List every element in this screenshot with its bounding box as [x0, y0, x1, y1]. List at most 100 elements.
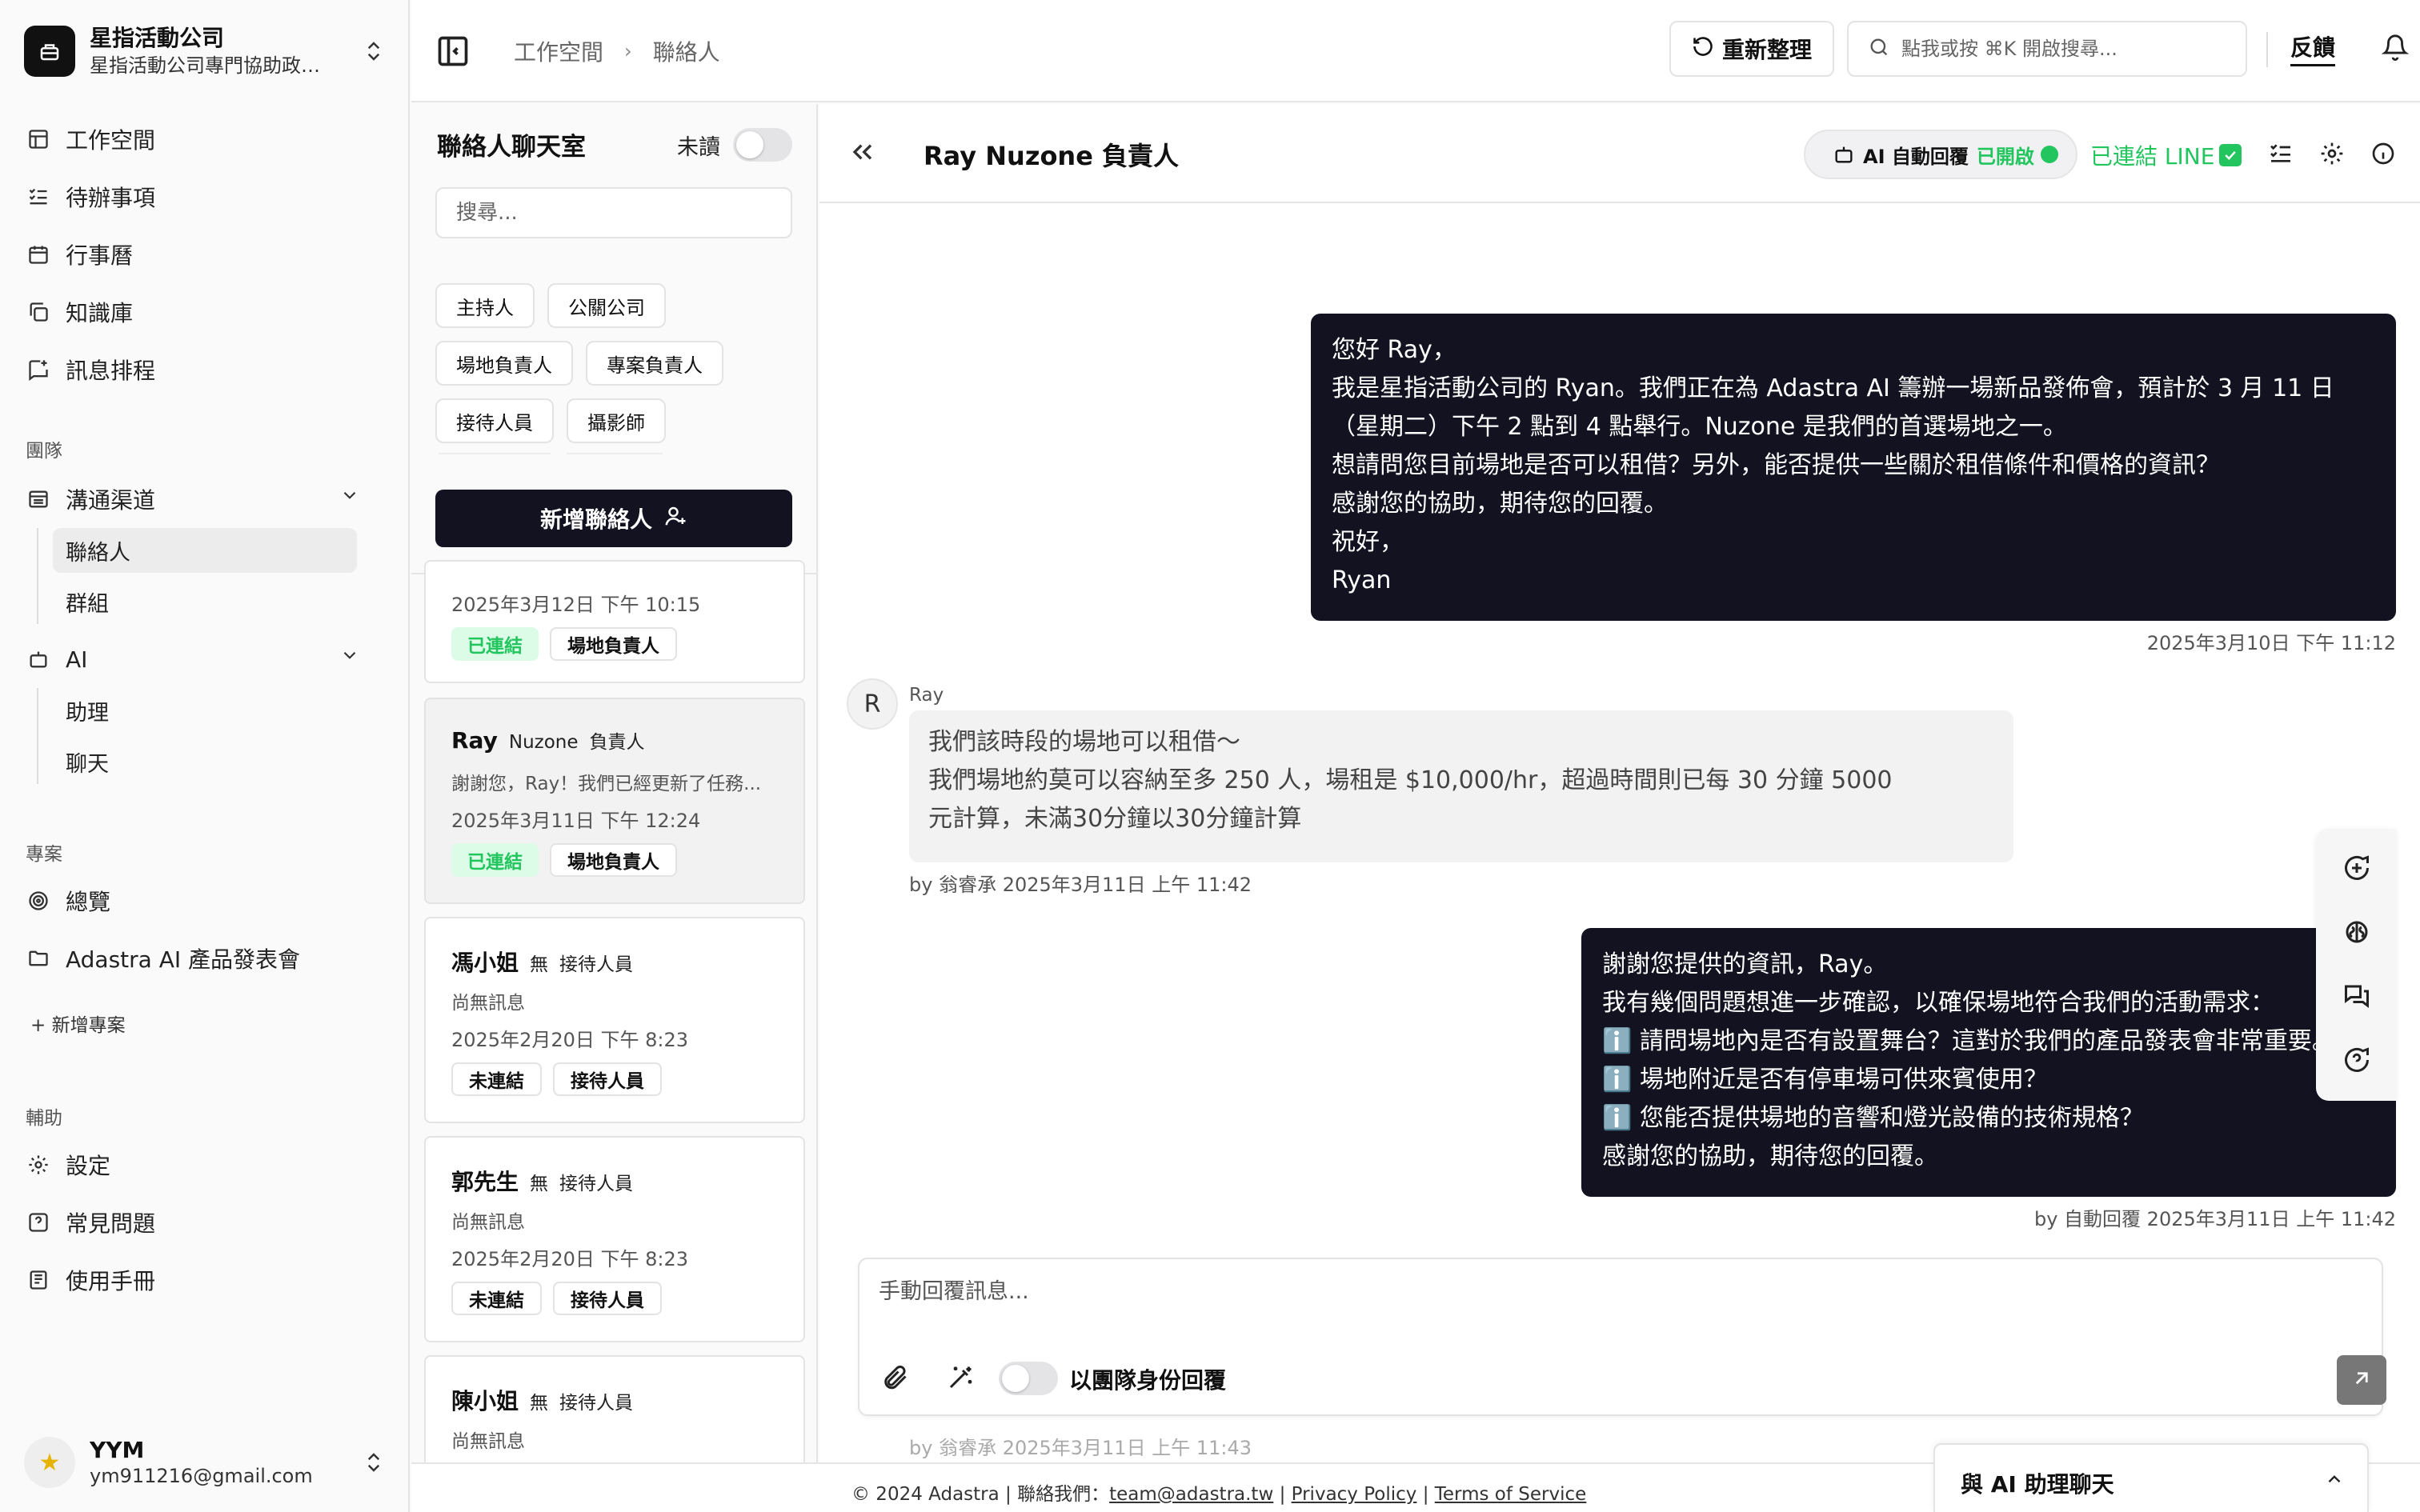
nav-todo[interactable]: 待辦事項: [24, 174, 360, 219]
chevron-updown-icon[interactable]: [362, 1446, 386, 1478]
global-search[interactable]: [1847, 21, 2247, 77]
nav-groups[interactable]: 群組: [53, 579, 357, 624]
nav-settings[interactable]: 設定: [24, 1142, 360, 1187]
sidebar-toggle-icon[interactable]: [435, 34, 471, 69]
ai-assistant-chat-tab[interactable]: 與 AI 助理聊天: [1933, 1443, 2369, 1512]
info-icon[interactable]: [2367, 138, 2399, 170]
message-line: ℹ️ 您能否提供場地的音響和燈光設備的技術規格？: [1602, 1104, 2144, 1132]
message-line: 感謝您的協助，期待您的回覆。: [1602, 1142, 1938, 1170]
breadcrumb-workspace[interactable]: 工作空間: [514, 35, 603, 67]
nav-chat[interactable]: 聊天: [53, 739, 357, 784]
contact-name: 陳小姐: [451, 1388, 519, 1414]
nav-overview[interactable]: 總覽: [24, 878, 360, 923]
message-line: ℹ️ 場地附近是否有停車場可供來賓使用？: [1602, 1066, 2048, 1094]
chevron-updown-icon[interactable]: [362, 35, 386, 67]
breadcrumb: 工作空間 › 聯絡人: [514, 35, 720, 67]
status-badge: 已連結: [451, 843, 539, 877]
ai-auto-reply-toggle[interactable]: AI 自動回覆 已開啟: [1804, 130, 2077, 179]
team-reply-label: 以團隊身份回覆: [1069, 1367, 1227, 1394]
nav-schedule[interactable]: 訊息排程: [24, 347, 360, 392]
help-icon: [24, 1208, 53, 1237]
team-reply-toggle[interactable]: [999, 1362, 1058, 1395]
org-switcher[interactable]: 星指活動公司 星指活動公司專門協助政府...: [24, 22, 386, 80]
manual-reply-input[interactable]: [879, 1274, 2239, 1322]
status-dot: [2040, 146, 2058, 163]
status-badge: 已連結: [451, 627, 539, 661]
nav-assistant[interactable]: 助理: [53, 688, 357, 733]
nav-workspace[interactable]: 工作空間: [24, 117, 360, 162]
chevrons-left-icon[interactable]: [847, 136, 882, 171]
contact-card-selected[interactable]: Ray Nuzone 負責人 謝謝您，Ray！我們已經更新了任務... 2025…: [424, 698, 805, 904]
help-message-icon[interactable]: [2340, 1043, 2374, 1077]
contact-email-link[interactable]: team@adastra.tw: [1109, 1484, 1273, 1505]
filter-chip[interactable]: 主持人: [435, 283, 535, 328]
message-incoming: 我們該時段的場地可以租借～ 我們場地約莫可以容納至多 250 人，場租是 $10…: [909, 710, 2013, 862]
org-logo-icon: [24, 26, 75, 77]
contact-card[interactable]: 馮小姐 無 接待人員 尚無訊息 2025年2月20日 下午 8:23 未連結 接待…: [424, 917, 805, 1123]
target-icon: [24, 886, 53, 915]
magic-wand-icon[interactable]: [943, 1360, 978, 1395]
contact-search-input[interactable]: [435, 187, 792, 238]
book-icon: [24, 1266, 53, 1294]
send-arrow-icon: [2350, 1366, 2374, 1394]
message-meta: by 自動回覆 2025年3月11日 上午 11:42: [2033, 1208, 2396, 1230]
message-meta: by 翁睿承 2025年3月11日 上午 11:42: [909, 874, 1252, 896]
refresh-button[interactable]: 重新整理: [1669, 21, 1834, 77]
filter-chip[interactable]: 專案負責人: [586, 341, 723, 386]
chevron-right-icon: ›: [624, 40, 632, 62]
list-check-icon[interactable]: [2265, 138, 2297, 170]
line-status-label: 已連結 LINE: [2090, 143, 2215, 170]
user-menu[interactable]: ★ YYM ym911216@gmail.com: [24, 1430, 386, 1494]
contact-date: 2025年2月20日 下午 8:23: [451, 1248, 689, 1270]
gear-icon[interactable]: [2316, 138, 2348, 170]
brain-icon[interactable]: [2340, 915, 2374, 949]
bell-icon[interactable]: [2381, 34, 2414, 66]
message-plus-icon[interactable]: [2340, 851, 2374, 885]
filter-chip[interactable]: 攝影師: [567, 398, 666, 443]
messages-icon[interactable]: [2340, 979, 2374, 1013]
global-search-input[interactable]: [1901, 38, 2238, 60]
contact-role: 接待人員: [559, 1174, 634, 1194]
message-schedule-icon: [24, 355, 53, 384]
nav-channels[interactable]: 溝通渠道: [24, 477, 360, 522]
contact-card[interactable]: 陳小姐 無 接待人員 尚無訊息: [424, 1355, 805, 1462]
add-contact-button[interactable]: 新增聯絡人: [435, 490, 792, 547]
chevron-down-icon[interactable]: [339, 485, 360, 511]
feedback-link[interactable]: 反饋: [2290, 32, 2336, 66]
refresh-label: 重新整理: [1721, 37, 1812, 63]
chat-title: Ray Nuzone 負責人: [924, 141, 1180, 171]
sender-name: Ray: [909, 685, 944, 706]
send-button[interactable]: [2337, 1355, 2386, 1405]
add-contact-label: 新增聯絡人: [539, 506, 652, 533]
unread-toggle[interactable]: [733, 128, 792, 162]
nav-calendar[interactable]: 行事曆: [24, 232, 360, 277]
calendar-icon: [24, 240, 53, 269]
nav-manual[interactable]: 使用手冊: [24, 1258, 360, 1302]
contact-role: 接待人員: [559, 954, 634, 975]
chevron-down-icon[interactable]: [339, 645, 360, 671]
contact-card[interactable]: 郭先生 無 接待人員 尚無訊息 2025年2月20日 下午 8:23 未連結 接待…: [424, 1136, 805, 1342]
gear-icon: [24, 1150, 53, 1179]
privacy-link[interactable]: Privacy Policy: [1292, 1484, 1417, 1505]
unread-label: 未讀: [677, 135, 720, 160]
chevron-up-icon[interactable]: [2324, 1469, 2345, 1493]
sidebar: 星指活動公司 星指活動公司專門協助政府... 工作空間 待辦事項 行事曆 知識庫…: [0, 0, 410, 1512]
filter-chip[interactable]: 接待人員: [435, 398, 554, 443]
nav-knowledge[interactable]: 知識庫: [24, 290, 360, 334]
nav-assistant-label: 助理: [66, 700, 109, 726]
nav-project-item[interactable]: Adastra AI 產品發表會: [24, 936, 360, 981]
search-icon: [1868, 36, 1890, 62]
paperclip-icon[interactable]: [877, 1360, 912, 1395]
contact-list-panel: 聯絡人聊天室 未讀 主持人 公關公司 場地負責人 專案負責人 接待人員 攝影師 …: [411, 104, 818, 1462]
contact-card[interactable]: 2025年3月12日 下午 10:15 已連結 場地負責人: [424, 560, 805, 683]
add-project-button[interactable]: + 新增專案: [30, 1010, 126, 1037]
contact-company: 無: [530, 1174, 549, 1194]
filter-chip[interactable]: 公關公司: [547, 283, 666, 328]
filter-chip[interactable]: 場地負責人: [435, 341, 573, 386]
user-plus-icon: [663, 504, 687, 534]
nav-calendar-label: 行事曆: [66, 242, 134, 269]
terms-link[interactable]: Terms of Service: [1435, 1484, 1587, 1505]
nav-ai[interactable]: AI: [24, 637, 360, 682]
nav-faq[interactable]: 常見問題: [24, 1200, 360, 1245]
nav-contacts[interactable]: 聯絡人: [53, 528, 357, 573]
